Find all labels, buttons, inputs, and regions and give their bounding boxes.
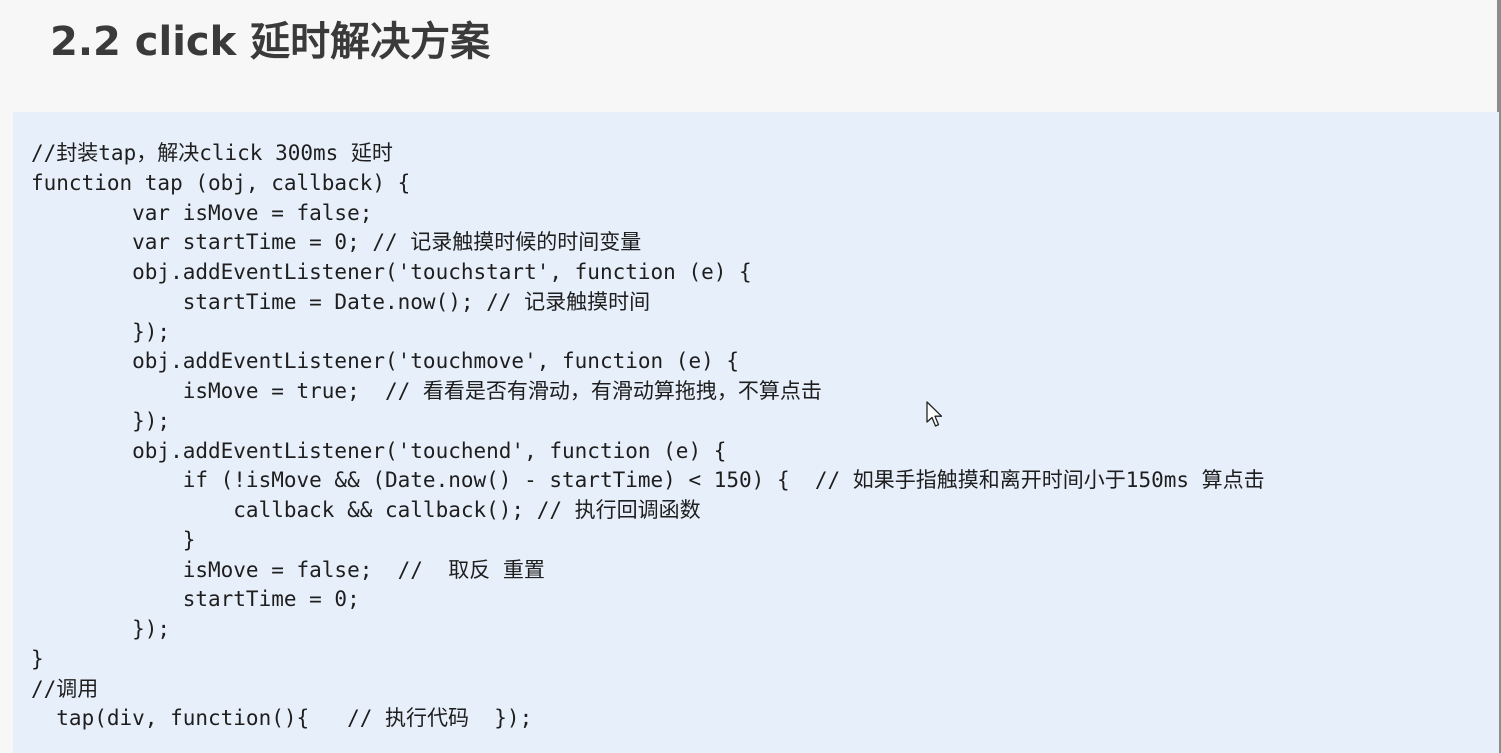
code-line: isMove = true; // 看看是否有滑动，有滑动算拖拽，不算点击 <box>31 379 822 403</box>
code-line: }); <box>31 617 171 641</box>
code-line: } <box>31 527 196 552</box>
code-line: startTime = Date.now(); // 记录触摸时间 <box>31 289 651 314</box>
mouse-pointer-icon <box>926 401 943 427</box>
code-block: //封装tap，解决click 300ms 延时 function tap (ob… <box>13 112 1499 753</box>
code-line: obj.addEventListener('touchend', functio… <box>31 438 727 463</box>
code-line: startTime = 0; <box>31 587 360 612</box>
code-line: //调用 <box>31 676 99 701</box>
code-line: }); <box>31 408 171 433</box>
slide-title: 2.2 click 延时解决方案 <box>50 19 491 65</box>
code-line: }); <box>31 319 171 344</box>
code-line: callback && callback(); // 执行回调函数 <box>31 498 701 522</box>
code-line: function tap (obj, callback) { <box>31 170 411 195</box>
code-line: } <box>31 646 44 671</box>
code-line: tap(div, function(){ // 执行代码 }); <box>31 706 533 731</box>
code-line: isMove = false; // 取反 重置 <box>31 557 545 582</box>
code-line: if (!isMove && (Date.now() - startTime) … <box>31 468 1265 493</box>
code-line: obj.addEventListener('touchmove', functi… <box>31 349 740 374</box>
code-line: var startTime = 0; // 记录触摸时候的时间变量 <box>31 230 642 255</box>
code-line: obj.addEventListener('touchstart', funct… <box>31 260 752 284</box>
code-content: //封装tap，解决click 300ms 延时 function tap (ob… <box>31 139 1265 734</box>
code-line: //封装tap，解决click 300ms 延时 <box>31 141 393 165</box>
code-line: var isMove = false; <box>31 200 373 225</box>
